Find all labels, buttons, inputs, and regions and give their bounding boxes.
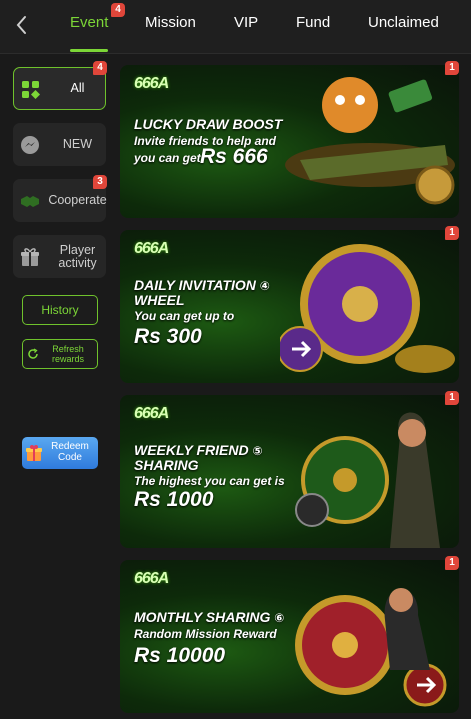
event-tab-badge: 4: [111, 3, 125, 17]
sidebar-item-player-activity[interactable]: Player activity: [13, 235, 106, 278]
tiger-plane-illustration: [285, 77, 455, 205]
tab-vip[interactable]: VIP: [234, 14, 258, 31]
brand-logo: 666A: [134, 75, 169, 92]
banner-title: LUCKY DRAW BOOST: [134, 116, 283, 132]
cooperate-badge: 3: [93, 175, 107, 189]
banner-subtitle: The highest you can get is: [134, 474, 285, 488]
gift-icon: [21, 248, 39, 266]
refresh-rewards-button[interactable]: Refresh rewards: [22, 339, 98, 369]
banner-badge: 1: [445, 226, 459, 240]
banner-title-2: WHEEL: [134, 292, 185, 308]
sidebar-item-label: NEW: [62, 137, 93, 151]
banner-badge: 1: [445, 556, 459, 570]
banner-subtitle-2: you can get: [134, 151, 201, 165]
sidebar-item-label: Player activity: [58, 242, 97, 270]
tab-unclaimed[interactable]: Unclaimed: [368, 14, 439, 31]
banner-daily-invitation-wheel[interactable]: 666A DAILY INVITATION ④ WHEEL You can ge…: [120, 230, 459, 383]
banner-title-2: SHARING: [134, 457, 199, 473]
redeem-label: Redeem Code: [51, 441, 89, 463]
grid-icon: [22, 81, 40, 99]
banner-title: MONTHLY SHARING ⑥: [134, 609, 285, 626]
banner-lucky-draw-boost[interactable]: 666A LUCKY DRAW BOOST Invite friends to …: [120, 65, 459, 218]
back-chevron-icon[interactable]: [10, 12, 34, 38]
history-button[interactable]: History: [22, 295, 98, 325]
banner-badge: 1: [445, 391, 459, 405]
banner-subtitle: Random Mission Reward: [134, 627, 277, 641]
red-wheel-illustration: [295, 588, 447, 707]
banner-amount: Rs 1000: [134, 488, 214, 511]
sidebar-item-new[interactable]: NEW: [13, 123, 106, 166]
active-tab-indicator: [70, 49, 108, 52]
redeem-code-button[interactable]: Redeem Code: [22, 437, 98, 469]
refresh-label: Refresh rewards: [51, 344, 84, 364]
all-badge: 4: [93, 61, 107, 75]
banner-monthly-sharing[interactable]: 666A MONTHLY SHARING ⑥ Random Mission Re…: [120, 560, 459, 713]
tab-mission[interactable]: Mission: [145, 14, 196, 31]
brand-logo: 666A: [134, 240, 169, 257]
refresh-icon: [28, 348, 38, 359]
tab-event[interactable]: Event: [70, 14, 108, 31]
prize-wheel-illustration: [280, 244, 455, 373]
banner-amount: Rs 10000: [134, 644, 226, 667]
banner-badge: 1: [445, 61, 459, 75]
brand-logo: 666A: [134, 405, 169, 422]
woman-wheel-illustration: [295, 412, 440, 548]
brand-logo: 666A: [134, 570, 169, 587]
top-nav: Event 4 Mission VIP Fund Unclaimed: [0, 0, 471, 54]
banner-amount: Rs 666: [200, 145, 268, 168]
sidebar: All 4 NEW Cooperate 3 Player activity Hi…: [0, 55, 118, 719]
banner-amount: Rs 300: [134, 325, 202, 348]
gift-box-icon: [26, 445, 42, 461]
banner-weekly-friend-sharing[interactable]: 666A WEEKLY FRIEND ⑤ SHARING The highest…: [120, 395, 459, 548]
handshake-icon: [21, 196, 39, 207]
messenger-icon: [21, 136, 39, 154]
tab-fund[interactable]: Fund: [296, 14, 330, 31]
banner-subtitle: You can get up to: [134, 309, 235, 323]
